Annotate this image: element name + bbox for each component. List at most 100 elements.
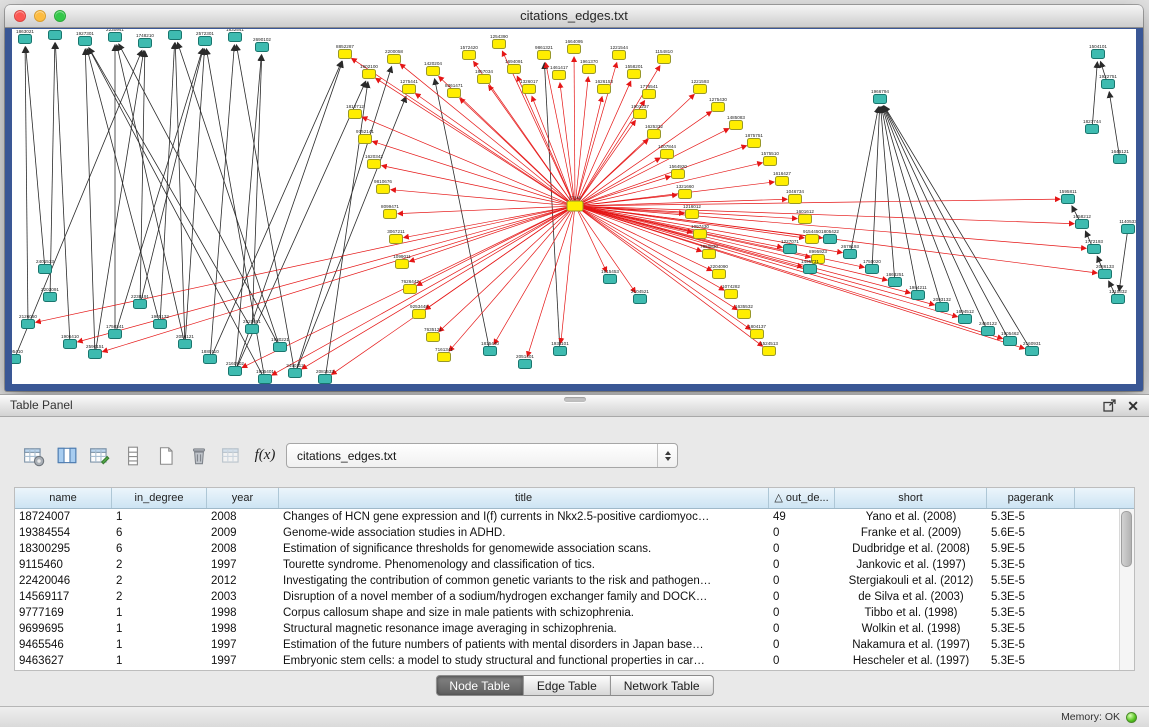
table-cell[interactable]: 1 [112, 621, 207, 637]
table-cell[interactable]: 1 [112, 653, 207, 669]
tab-network-table[interactable]: Network Table [611, 675, 714, 696]
column-header[interactable]: short [835, 488, 987, 508]
table-cell[interactable]: 5.3E-5 [987, 589, 1075, 605]
graph-node[interactable]: 1254390 [490, 34, 508, 49]
table-cell[interactable]: 22420046 [15, 573, 112, 589]
graph-node[interactable]: 2450112 [286, 363, 304, 378]
table-cell[interactable]: 18300295 [15, 541, 112, 557]
table-cell[interactable]: 9465546 [15, 637, 112, 653]
graph-node[interactable]: 1775541 [640, 84, 658, 99]
graph-node[interactable]: 2401533 [36, 259, 54, 274]
graph-node[interactable]: 1857034 [475, 69, 493, 84]
graph-node[interactable]: 7635121 [424, 327, 442, 342]
table-cell[interactable]: 19384554 [15, 525, 112, 541]
table-cell[interactable]: 2 [112, 557, 207, 573]
import-table-icon[interactable] [218, 442, 246, 469]
tab-node-table[interactable]: Node Table [435, 675, 524, 696]
graph-node[interactable]: 1626153 [595, 79, 613, 94]
table-cell[interactable]: 0 [769, 637, 835, 653]
graph-node[interactable]: 1635532 [735, 304, 753, 319]
table-cell[interactable]: Embryonic stem cells: a model to study s… [279, 653, 769, 669]
graph-node[interactable]: 1504101 [1089, 44, 1107, 59]
table-row[interactable]: 1938455462009Genome-wide association stu… [15, 525, 1134, 541]
table-cell[interactable]: 2008 [207, 541, 279, 557]
table-cell[interactable]: de Silva et al. (2003) [835, 589, 987, 605]
network-canvas[interactable]: 1724018107129752141162034298106768099471… [12, 29, 1136, 384]
network-view[interactable]: 1724018107129752141162034298106768099471… [12, 29, 1136, 384]
graph-node[interactable]: 2690102 [253, 37, 271, 52]
table-cell[interactable]: 0 [769, 557, 835, 573]
table-cell[interactable]: 0 [769, 653, 835, 669]
graph-node[interactable]: 1966794 [871, 89, 889, 104]
table-cell[interactable]: 0 [769, 573, 835, 589]
graph-node[interactable]: 1595811 [1059, 189, 1077, 204]
graph-node[interactable]: 9810676 [374, 179, 392, 194]
graph-node[interactable]: 1227071 [781, 239, 799, 254]
graph-node[interactable]: 1931101 [551, 341, 569, 356]
new-table-icon[interactable] [152, 442, 180, 469]
graph-node[interactable]: 1980221 [271, 337, 289, 352]
graph-node[interactable]: 1905132 [151, 314, 169, 329]
graph-node[interactable]: 1863251 [886, 272, 904, 287]
graph-node[interactable]: 1326017 [520, 79, 538, 94]
table-cell[interactable]: 5.3E-5 [987, 557, 1075, 573]
graph-node[interactable]: 1046734 [786, 189, 804, 204]
table-cell[interactable]: 2012 [207, 573, 279, 589]
column-header[interactable]: △ out_de... [769, 488, 835, 508]
table-cell[interactable]: 1 [112, 637, 207, 653]
graph-node[interactable]: 1805422 [821, 229, 839, 244]
graph-node[interactable]: 1915453 [601, 269, 619, 284]
graph-node[interactable]: 2230941 [106, 29, 124, 42]
edit-table-icon[interactable] [86, 442, 114, 469]
table-cell[interactable]: Franke et al. (2009) [835, 525, 987, 541]
table-cell[interactable]: Corpus callosum shape and size in male p… [279, 605, 769, 621]
table-cell[interactable]: Tibbo et al. (1998) [835, 605, 987, 621]
graph-node[interactable]: 1772193 [1085, 239, 1103, 254]
table-cell[interactable]: Tourette syndrome. Phenomenology and cla… [279, 557, 769, 573]
column-header[interactable]: title [279, 488, 769, 508]
graph-node[interactable]: 9253448 [410, 304, 428, 319]
graph-node[interactable]: 2064521 [46, 29, 64, 40]
float-panel-icon[interactable] [1103, 399, 1116, 412]
vertical-scrollbar[interactable] [1119, 509, 1134, 670]
table-cell[interactable]: Changes of HCN gene expression and I(f) … [279, 509, 769, 525]
close-panel-icon[interactable]: ✕ [1127, 399, 1139, 413]
graph-node[interactable]: 1922751 [1099, 74, 1117, 89]
table-cell[interactable]: 1998 [207, 605, 279, 621]
table-cell[interactable]: 6 [112, 525, 207, 541]
table-cell[interactable]: Structural magnetic resonance image aver… [279, 621, 769, 637]
graph-node[interactable]: 2093132 [933, 297, 951, 312]
table-cell[interactable]: 1 [112, 605, 207, 621]
graph-node[interactable]: 1620342 [365, 154, 383, 169]
graph-node[interactable]: 1694512 [956, 309, 974, 324]
table-cell[interactable]: 0 [769, 589, 835, 605]
table-cell[interactable]: 9115460 [15, 557, 112, 573]
table-cell[interactable]: Wolkin et al. (1998) [835, 621, 987, 637]
graph-node[interactable]: 2081533 [316, 369, 334, 384]
graph-node[interactable]: 1880110 [201, 349, 219, 364]
table-cell[interactable]: 5.3E-5 [987, 637, 1075, 653]
graph-node[interactable]: 8361471 [445, 83, 463, 98]
graph-node[interactable]: 1321660 [676, 184, 694, 199]
graph-node[interactable]: 17240 [567, 196, 583, 212]
table-cell[interactable]: 18724007 [15, 509, 112, 525]
graph-node[interactable]: 1961370 [580, 59, 598, 74]
graph-node[interactable]: 1275441 [400, 79, 418, 94]
table-cell[interactable]: 2 [112, 589, 207, 605]
graph-node[interactable]: 2056121 [176, 334, 194, 349]
graph-node[interactable]: 1616427 [773, 171, 791, 186]
graph-node[interactable]: 1097430 [691, 224, 709, 239]
graph-node[interactable]: 2238191 [131, 294, 149, 309]
graph-node[interactable]: 1875751 [745, 133, 763, 148]
minimize-window-button[interactable] [34, 10, 46, 22]
panel-resize-grip[interactable] [564, 397, 586, 402]
window-titlebar[interactable]: citations_edges.txt [5, 5, 1143, 28]
graph-node[interactable]: 1905401 [256, 369, 274, 384]
delete-table-icon[interactable] [185, 442, 213, 469]
graph-node[interactable]: 1658212 [1073, 214, 1091, 229]
table-cell[interactable]: 9699695 [15, 621, 112, 637]
show-columns-icon[interactable] [53, 442, 81, 469]
table-cell[interactable]: Investigating the contribution of common… [279, 573, 769, 589]
graph-node[interactable]: 1420204 [424, 61, 442, 76]
graph-node[interactable]: 1558201 [625, 64, 643, 79]
